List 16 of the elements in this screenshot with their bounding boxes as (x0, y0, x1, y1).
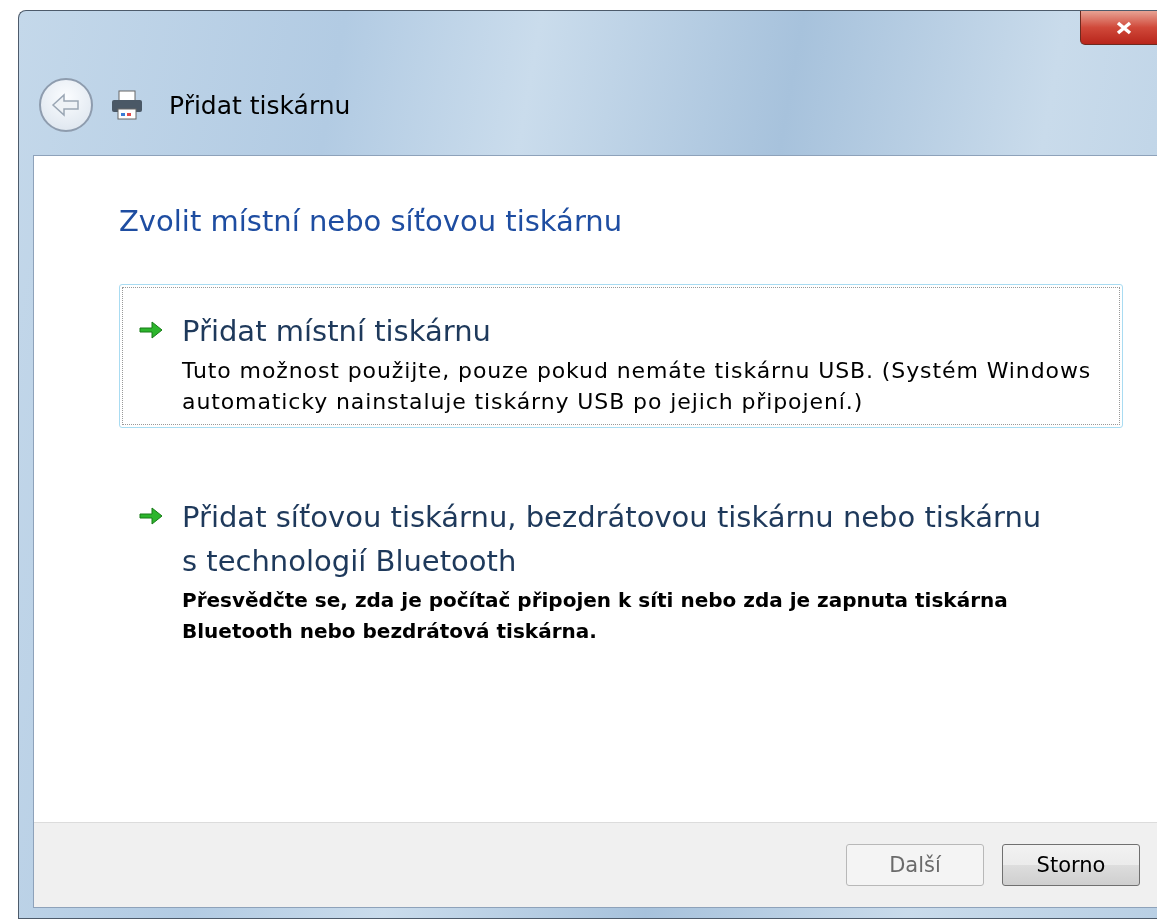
option-card[interactable]: Přidat místní tiskárnu Tuto možnost použijte, pouze pokud nemáte tiskárnu USB. (Systém Windows automaticky nainstaluje tiskárny USB po jejich připojení.) (119, 284, 1123, 428)
option-title: Přidat síťovou tiskárnu, bezdrátovou tiskárnu nebo tiskárnu s technologií Bluetooth (182, 499, 1043, 580)
option-description: Přesvědčte se, zda je počítač připojen k síti nebo zda je zapnuta tiskárna Bluetooth nebo bezdrátová tiskárna. (182, 587, 1009, 645)
dialog-button[interactable]: Storno (1002, 844, 1140, 886)
arrow-icon (138, 318, 164, 342)
back-button[interactable] (39, 78, 93, 132)
printer-icon (109, 89, 145, 121)
left-arrow-icon (51, 93, 81, 117)
window-title: Přidat tiskárnu (169, 90, 351, 120)
arrow-icon (138, 504, 164, 528)
close-icon (1115, 20, 1133, 35)
option-description: Tuto možnost použijte, pouze pokud nemáte tiskárnu USB. (Systém Windows automaticky nainstaluje tiskárny USB po jejich připojení.) (182, 357, 1093, 416)
option-card[interactable]: Přidat síťovou tiskárnu, bezdrátovou tiskárnu nebo tiskárnu s technologií Bluetooth Přesvědčte se, zda je počítač připojen k síti nebo zda je zapnuta tiskárna Bluetooth nebo bezdrátová tiskárna. (119, 470, 1123, 658)
page-heading: Zvolit místní nebo síťovou tiskárnu (119, 204, 624, 238)
close-button[interactable] (1080, 11, 1157, 45)
option-title: Přidat místní tiskárnu (182, 313, 492, 350)
